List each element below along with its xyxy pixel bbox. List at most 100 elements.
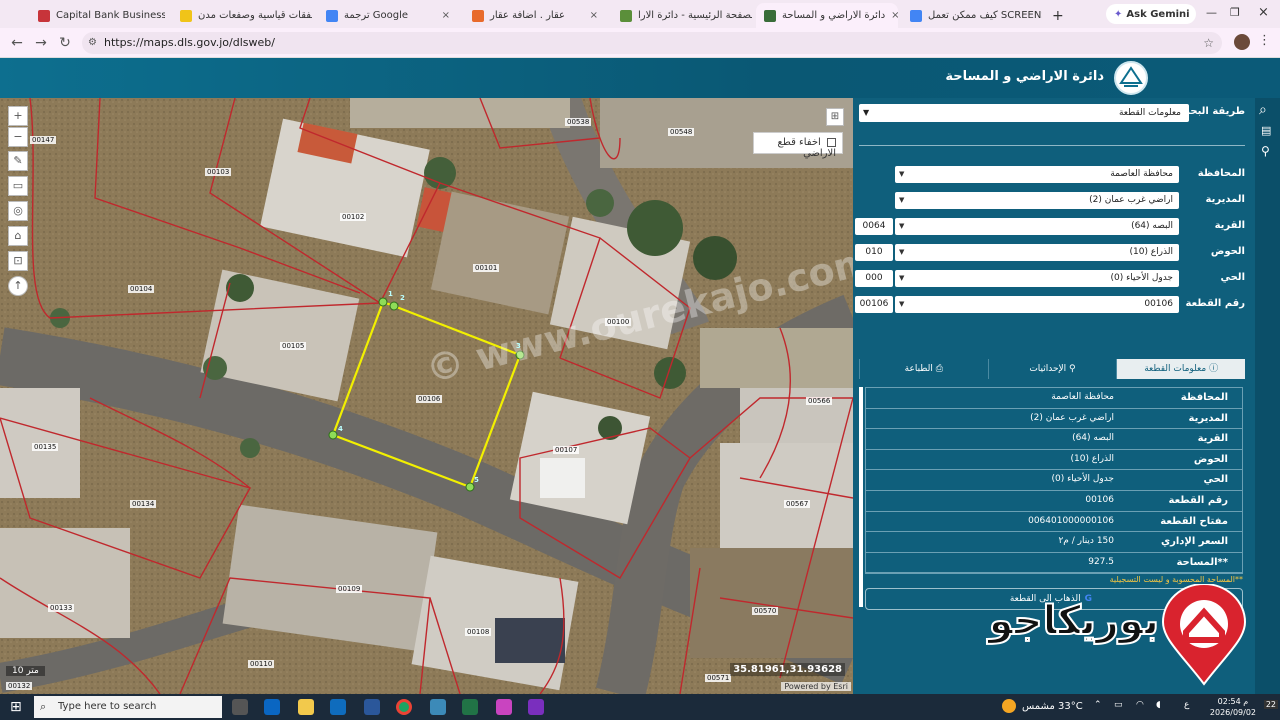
close-tab-icon[interactable]: ×: [584, 10, 598, 21]
parcel-number-input[interactable]: 00106: [855, 296, 893, 313]
parcel-info-table: المحافظة محافظة العاصمة المديرية اراضي غرب …: [865, 387, 1243, 575]
info-row: السعر الإداري 150 دينار / م٢: [866, 532, 1242, 553]
info-row: الحوض الذراع (10): [866, 450, 1242, 471]
weather-sun-icon[interactable]: [1002, 699, 1016, 713]
browser-menu-icon[interactable]: ⋮: [1258, 33, 1271, 48]
tab-label: الصفحة الرئيسية - دائرة الارا: [638, 10, 752, 21]
windows-start-icon[interactable]: ⊞: [10, 699, 22, 715]
file-explorer-icon[interactable]: [298, 699, 314, 715]
browser-tab[interactable]: Capital Bank Business Online×: [30, 3, 165, 28]
scrollbar[interactable]: [859, 387, 863, 607]
network-icon[interactable]: ▭: [1114, 700, 1123, 710]
locate-icon[interactable]: ◎: [8, 201, 28, 221]
taskbar-clock[interactable]: 02:54 م 2026/09/02: [1210, 696, 1256, 718]
reload-icon[interactable]: ↻: [56, 34, 74, 52]
parcel-label: 00566: [806, 397, 833, 405]
site-info-icon[interactable]: ⚙: [88, 32, 97, 54]
basemap-gallery-icon[interactable]: ⊞: [826, 108, 844, 126]
info-value: 006401000000106: [1028, 515, 1114, 526]
governorate-row: المحافظة محافظة العاصمة ▼: [855, 166, 1245, 184]
chevron-down-icon: ▼: [899, 300, 905, 308]
weather-text[interactable]: 33°C مشمس: [1022, 701, 1083, 712]
browser-tab[interactable]: صفقات قياسية وصفعات مدن×: [172, 3, 312, 28]
outlook-icon[interactable]: [330, 699, 346, 715]
extent-icon[interactable]: ⊡: [8, 251, 28, 271]
village-code-input[interactable]: 0064: [855, 218, 893, 235]
info-key: المحافظة: [1180, 392, 1228, 403]
tab-print[interactable]: ⎙ الطباعة: [858, 359, 988, 379]
zoom-out-button[interactable]: −: [8, 127, 28, 147]
tab-coordinates[interactable]: ⚲ الإحداثيات: [987, 359, 1117, 379]
browser-tab[interactable]: الصفحة الرئيسية - دائرة الارا×: [612, 3, 752, 28]
browser-tab-active[interactable]: دائرة الاراضي و المساحة ×: [756, 3, 898, 28]
close-tab-icon[interactable]: ×: [436, 10, 450, 21]
clock-time: 02:54 م: [1217, 697, 1249, 706]
app-icon[interactable]: [430, 699, 446, 715]
forward-icon[interactable]: →: [32, 34, 50, 52]
compass-icon[interactable]: ↑: [8, 276, 28, 296]
gemini-label: Ask Gemini: [1126, 8, 1190, 20]
home-icon[interactable]: ⌂: [8, 226, 28, 246]
village-value: البصه (64): [1131, 221, 1173, 231]
tab-parcel-info[interactable]: ⓘ معلومات القطعة: [1116, 359, 1245, 379]
volume-icon[interactable]: ◖: [1156, 700, 1161, 710]
tab-label: الطباعة: [904, 364, 933, 374]
draw-tool-icon[interactable]: ✎: [8, 151, 28, 171]
browser-tab[interactable]: عقار . اضافة عقار ×: [464, 3, 606, 28]
info-row: الحي جدول الأحياء (0): [866, 470, 1242, 491]
new-tab-button[interactable]: +: [1044, 3, 1068, 28]
neighborhood-label: الحي: [1220, 272, 1245, 283]
excel-icon[interactable]: [462, 699, 478, 715]
search-icon: ⌕: [40, 700, 47, 713]
ask-gemini-button[interactable]: ✦ Ask Gemini: [1106, 4, 1196, 24]
info-row: رقم القطعة 00106: [866, 491, 1242, 512]
village-row: القرية البصه (64) ▼ 0064: [855, 218, 1245, 236]
chrome-icon[interactable]: [396, 699, 412, 715]
browser-tab[interactable]: كيف ممكن تعمل SCREENSHOT×: [902, 3, 1042, 28]
taskbar-search-input[interactable]: ⌕ Type here to search: [34, 696, 222, 718]
close-window-button[interactable]: ×: [1258, 5, 1269, 20]
neighborhood-select[interactable]: جدول الأحياء (0) ▼: [895, 270, 1179, 287]
info-key: السعر الإداري: [1160, 536, 1228, 548]
notification-badge[interactable]: 22: [1263, 700, 1278, 709]
hide-parcels-checkbox[interactable]: [827, 137, 836, 147]
measure-tool-icon[interactable]: ▭: [8, 176, 28, 196]
task-view-icon[interactable]: [232, 699, 248, 715]
village-select[interactable]: البصه (64) ▼: [895, 218, 1179, 235]
directorate-select[interactable]: اراضي غرب عمان (2) ▼: [895, 192, 1179, 209]
back-icon[interactable]: ←: [8, 34, 26, 52]
word-icon[interactable]: [364, 699, 380, 715]
location-pin-icon[interactable]: ⚲: [1261, 144, 1270, 158]
basin-code-input[interactable]: 010: [855, 244, 893, 261]
wifi-icon[interactable]: ◠: [1136, 700, 1144, 710]
hide-parcels-toggle[interactable]: اخفاء قطع الاراضي: [753, 132, 843, 159]
search-icon[interactable]: ⌕: [1259, 102, 1267, 118]
info-value: 150 دينار / م٢: [1058, 536, 1114, 547]
tray-chevron-icon[interactable]: ⌃: [1094, 700, 1102, 710]
ourekajo-logo-icon: [1161, 583, 1247, 686]
layers-icon[interactable]: ▤: [1261, 124, 1271, 137]
language-indicator[interactable]: ع: [1184, 700, 1189, 710]
parcel-number-select[interactable]: 00106 ▼: [895, 296, 1179, 313]
browser-tab[interactable]: ترجمة Google ×: [318, 3, 458, 28]
chevron-down-icon: ▼: [899, 196, 905, 204]
map-view[interactable]: © www.ourekajo.com 00147 00103 00538 00548 0…: [0, 98, 853, 694]
governorate-select[interactable]: محافظة العاصمة ▼: [895, 166, 1179, 183]
minimize-button[interactable]: —: [1206, 6, 1217, 19]
info-value: البصه (64): [1072, 433, 1114, 444]
info-row: المحافظة محافظة العاصمة: [866, 388, 1242, 409]
neighborhood-code-input[interactable]: 000: [855, 270, 893, 287]
bookmark-star-icon[interactable]: ☆: [1203, 32, 1214, 54]
app-icon[interactable]: [528, 699, 544, 715]
profile-avatar[interactable]: [1234, 34, 1250, 50]
search-method-select[interactable]: معلومات القطعة ▼: [859, 104, 1189, 122]
url-input[interactable]: ⚙ https://maps.dls.gov.jo/dlsweb/ ☆: [82, 32, 1222, 54]
close-tab-icon[interactable]: ×: [885, 10, 898, 21]
restore-button[interactable]: ❐: [1230, 6, 1240, 19]
parcel-label: 00132: [6, 682, 33, 690]
copilot-icon[interactable]: [496, 699, 512, 715]
directorate-value: اراضي غرب عمان (2): [1089, 195, 1173, 205]
basin-select[interactable]: الذراع (10) ▼: [895, 244, 1179, 261]
zoom-in-button[interactable]: +: [8, 106, 28, 126]
store-icon[interactable]: [264, 699, 280, 715]
